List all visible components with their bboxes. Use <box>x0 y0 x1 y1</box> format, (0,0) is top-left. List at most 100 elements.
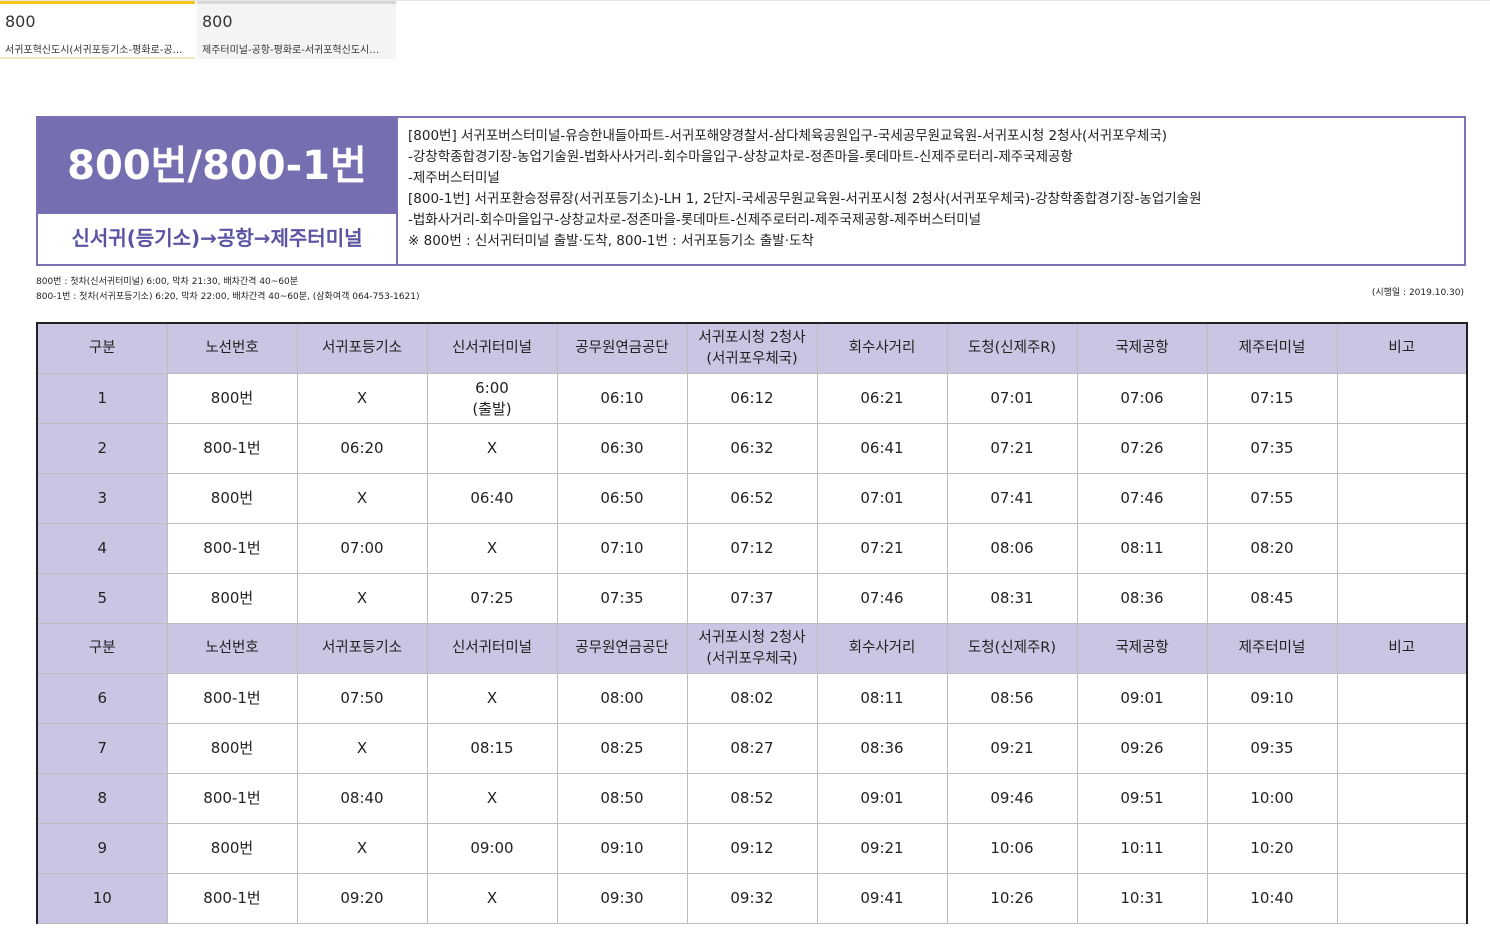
cell-col-index: 3 <box>36 473 168 524</box>
route-tabs: 800 서귀포혁신도시(서귀포등기소-평화로-공… 800 제주터미널-공항-평… <box>0 0 1490 61</box>
tab-description: 서귀포혁신도시(서귀포등기소-평화로-공… <box>5 45 183 56</box>
cell-col-city-hall-2: 09:12 <box>686 823 818 874</box>
header-col-provincial-office: 도청(신제주R) <box>946 623 1078 674</box>
table-row: 1 800번 X 6:00 (출발) 06:10 06:12 06:21 07:01 07:06 0… <box>36 373 1468 424</box>
cell-col-seogwipo-registry: 06:20 <box>296 423 428 474</box>
cell-col-pension-service: 08:00 <box>556 673 688 724</box>
route-number: 800번/800-1번 <box>38 118 396 214</box>
table-header-row: 구분 노선번호 서귀포등기소 신서귀터미널 공무원연금공단 서귀포시청 2청사 (서귀포우체… <box>36 623 1468 674</box>
cell-col-remarks <box>1336 723 1468 774</box>
cell-col-remarks <box>1336 373 1468 424</box>
tab-number: 800 <box>5 12 36 31</box>
header-col-airport: 국제공항 <box>1076 322 1208 374</box>
route-desc-line: -강창학종합경기장-농업기술원-법화사사거리-회수마을입구-상창교차로-정존마을… <box>408 149 1073 165</box>
route-desc-line: [800번] 서귀포버스터미널-유승한내들아파트-서귀포해양경찰서-삼다체육공원… <box>408 128 1168 144</box>
route-desc-line: -법화사거리-회수마을입구-상창교차로-정존마을-롯데마트-신제주로터리-제주국… <box>408 212 982 228</box>
note-line: 800번 : 첫차(신서귀터미널) 6:00, 막차 21:30, 배차간격 4… <box>36 277 299 287</box>
cell-col-seogwipo-registry: X <box>296 573 428 624</box>
cell-col-seogwipo-registry: X <box>296 373 428 424</box>
cell-col-remarks <box>1336 773 1468 824</box>
table-row: 4 800-1번 07:00 X 07:10 07:12 07:21 08:06 08:11 08… <box>36 523 1468 574</box>
tab-number: 800 <box>202 12 233 31</box>
cell-col-jeju-terminal: 08:20 <box>1206 523 1338 574</box>
cell-col-jeju-terminal: 08:45 <box>1206 573 1338 624</box>
cell-col-index: 2 <box>36 423 168 474</box>
cell-col-sinseogwi-terminal: X <box>426 873 558 924</box>
cell-col-route: 800번 <box>166 723 298 774</box>
cell-col-remarks <box>1336 673 1468 724</box>
cell-col-provincial-office: 07:21 <box>946 423 1078 474</box>
header-col-remarks: 비고 <box>1336 322 1468 374</box>
header-col-pension-service: 공무원연금공단 <box>556 322 688 374</box>
header-col-seogwipo-registry: 서귀포등기소 <box>296 623 428 674</box>
route-direction: 신서귀(등기소)→공항→제주터미널 <box>38 214 396 264</box>
cell-col-hoesu: 06:21 <box>816 373 948 424</box>
cell-col-route: 800번 <box>166 473 298 524</box>
table-row: 2 800-1번 06:20 X 06:30 06:32 06:41 07:21 07:26 07… <box>36 423 1468 474</box>
cell-col-airport: 07:06 <box>1076 373 1208 424</box>
header-col-hoesu: 회수사거리 <box>816 623 948 674</box>
cell-col-jeju-terminal: 10:00 <box>1206 773 1338 824</box>
cell-col-remarks <box>1336 823 1468 874</box>
route-desc-line: [800-1번] 서귀포환승정류장(서귀포등기소)-LH 1, 2단지-국세공무… <box>408 191 1202 207</box>
cell-col-jeju-terminal: 07:55 <box>1206 473 1338 524</box>
cell-col-airport: 07:46 <box>1076 473 1208 524</box>
divider <box>396 118 398 264</box>
cell-col-index: 6 <box>36 673 168 724</box>
cell-col-pension-service: 09:10 <box>556 823 688 874</box>
cell-col-index: 5 <box>36 573 168 624</box>
cell-col-pension-service: 09:30 <box>556 873 688 924</box>
cell-col-pension-service: 07:10 <box>556 523 688 574</box>
cell-col-city-hall-2: 06:12 <box>686 373 818 424</box>
cell-col-hoesu: 09:21 <box>816 823 948 874</box>
cell-col-airport: 10:31 <box>1076 873 1208 924</box>
header-col-route: 노선번호 <box>166 623 298 674</box>
note-line: 800-1번 : 첫차(서귀포등기소) 6:20, 막차 22:00, 배차간격… <box>36 292 420 302</box>
cell-col-city-hall-2: 07:12 <box>686 523 818 574</box>
header-col-sinseogwi-terminal: 신서귀터미널 <box>426 623 558 674</box>
table-row: 3 800번 X 06:40 06:50 06:52 07:01 07:41 07:46 07:5… <box>36 473 1468 524</box>
cell-col-sinseogwi-terminal: 6:00 (출발) <box>426 373 558 424</box>
cell-col-city-hall-2: 09:32 <box>686 873 818 924</box>
cell-col-city-hall-2: 06:32 <box>686 423 818 474</box>
cell-col-provincial-office: 08:06 <box>946 523 1078 574</box>
cell-col-seogwipo-registry: 07:00 <box>296 523 428 574</box>
cell-col-jeju-terminal: 10:20 <box>1206 823 1338 874</box>
schedule-notes: 800번 : 첫차(신서귀터미널) 6:00, 막차 21:30, 배차간격 4… <box>36 275 420 305</box>
cell-col-route: 800번 <box>166 823 298 874</box>
cell-col-remarks <box>1336 423 1468 474</box>
cell-col-jeju-terminal: 07:15 <box>1206 373 1338 424</box>
header-col-index: 구분 <box>36 623 168 674</box>
header-col-jeju-terminal: 제주터미널 <box>1206 623 1338 674</box>
table-row: 9 800번 X 09:00 09:10 09:12 09:21 10:06 10:11 10:2… <box>36 823 1468 874</box>
cell-col-sinseogwi-terminal: 06:40 <box>426 473 558 524</box>
cell-col-remarks <box>1336 473 1468 524</box>
cell-col-sinseogwi-terminal: 09:00 <box>426 823 558 874</box>
cell-col-city-hall-2: 08:52 <box>686 773 818 824</box>
cell-col-sinseogwi-terminal: 07:25 <box>426 573 558 624</box>
cell-col-index: 10 <box>36 873 168 924</box>
cell-col-provincial-office: 07:41 <box>946 473 1078 524</box>
header-col-city-hall-2: 서귀포시청 2청사 (서귀포우체국) <box>686 322 818 374</box>
cell-col-index: 7 <box>36 723 168 774</box>
cell-col-route: 800-1번 <box>166 523 298 574</box>
tab-800-hyeoksin[interactable]: 800 서귀포혁신도시(서귀포등기소-평화로-공… <box>0 1 195 59</box>
cell-col-jeju-terminal: 09:10 <box>1206 673 1338 724</box>
cell-col-hoesu: 06:41 <box>816 423 948 474</box>
cell-col-sinseogwi-terminal: X <box>426 523 558 574</box>
cell-col-remarks <box>1336 873 1468 924</box>
header-col-sinseogwi-terminal: 신서귀터미널 <box>426 322 558 374</box>
cell-col-sinseogwi-terminal: X <box>426 673 558 724</box>
cell-col-airport: 10:11 <box>1076 823 1208 874</box>
cell-col-provincial-office: 08:31 <box>946 573 1078 624</box>
cell-col-hoesu: 08:36 <box>816 723 948 774</box>
tab-800-terminal[interactable]: 800 제주터미널-공항-평화로-서귀포혁신도시… <box>197 1 396 59</box>
cell-col-provincial-office: 09:21 <box>946 723 1078 774</box>
cell-col-airport: 08:36 <box>1076 573 1208 624</box>
cell-col-route: 800-1번 <box>166 773 298 824</box>
cell-col-seogwipo-registry: 07:50 <box>296 673 428 724</box>
cell-col-pension-service: 07:35 <box>556 573 688 624</box>
tab-description: 제주터미널-공항-평화로-서귀포혁신도시… <box>202 45 380 56</box>
cell-col-city-hall-2: 08:02 <box>686 673 818 724</box>
route-title-block: 800번/800-1번 신서귀(등기소)→공항→제주터미널 <box>38 118 396 264</box>
